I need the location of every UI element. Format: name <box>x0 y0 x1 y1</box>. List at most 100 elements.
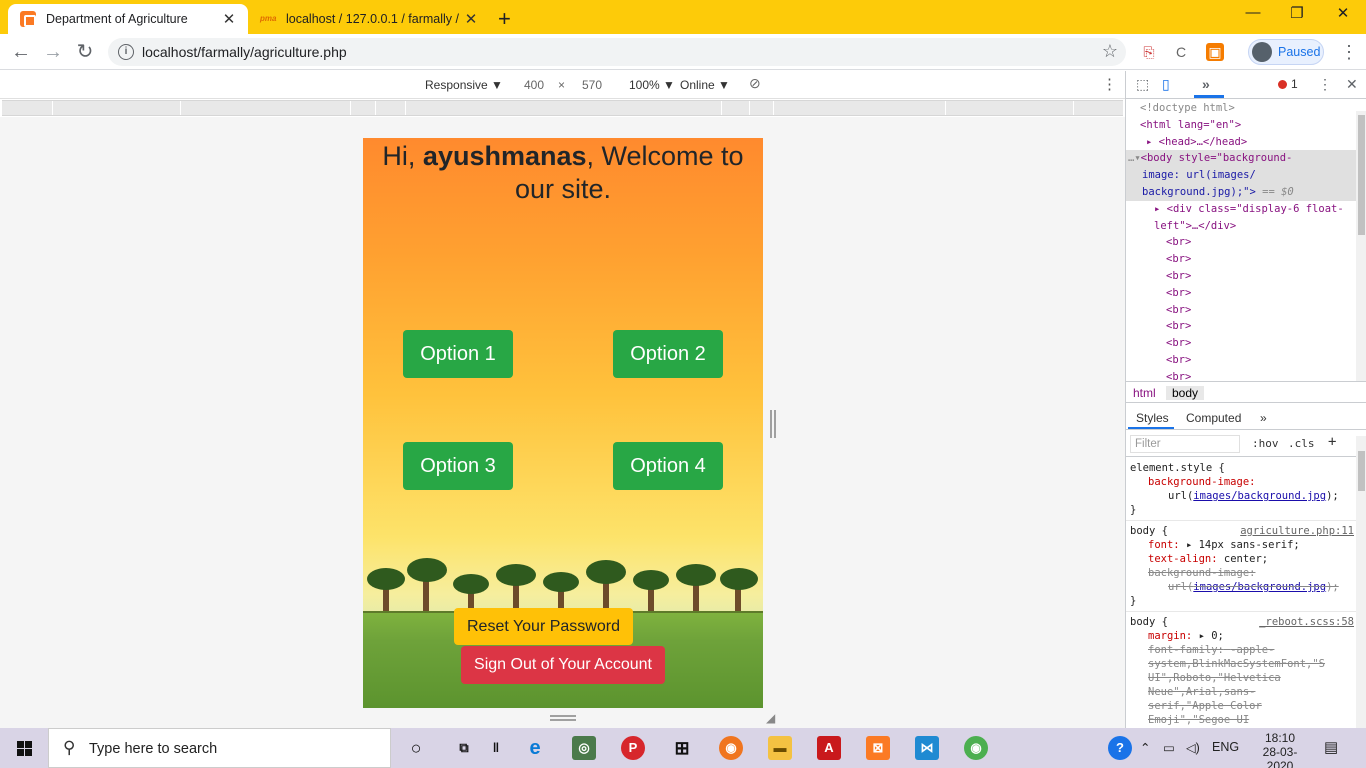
div-node[interactable]: ▸ <div class="display-6 float- <box>1126 201 1356 218</box>
option-1-button[interactable]: Option 1 <box>403 330 513 378</box>
br-node[interactable]: <br> <box>1126 318 1356 335</box>
styles-scrollbar[interactable] <box>1356 436 1366 728</box>
tab-phpmyadmin[interactable]: pma localhost / 127.0.0.1 / farmally / u… <box>250 4 490 34</box>
more-style-tabs-icon[interactable]: » <box>1260 411 1267 425</box>
edge-icon[interactable]: e <box>523 736 547 760</box>
device-toolbar-menu-icon[interactable]: ⋮ <box>1102 75 1117 93</box>
tab-styles[interactable]: Styles <box>1136 411 1169 425</box>
devtools-panel: ⬚ ▯ » 1 ⋮ ✕ <!doctype html> <html lang="… <box>1125 71 1366 728</box>
br-node[interactable]: <br> <box>1126 268 1356 285</box>
br-node[interactable]: <br> <box>1126 369 1356 381</box>
body-line-2: image: url(images/ <box>1142 169 1256 182</box>
notifications-icon[interactable]: ▤ <box>1324 738 1338 756</box>
code-extension-icon[interactable]: C <box>1172 43 1190 61</box>
firefox-icon[interactable]: ◉ <box>719 736 743 760</box>
styles-pane[interactable]: element.style { background-image: url(im… <box>1126 458 1356 728</box>
task-view-icon[interactable]: ⧉ <box>452 736 476 760</box>
source-link[interactable]: _reboot.scss:58 <box>1259 615 1354 629</box>
head-node[interactable]: ▸ <head>…</head> <box>1126 134 1356 151</box>
info-icon[interactable]: i <box>118 44 134 60</box>
minimize-button[interactable]: — <box>1230 4 1276 21</box>
br-node[interactable]: <br> <box>1126 302 1356 319</box>
breadcrumb-html[interactable]: html <box>1133 386 1156 400</box>
app-green-icon[interactable]: ◎ <box>572 736 596 760</box>
on-extension-icon[interactable]: ▣ <box>1206 43 1224 61</box>
media-query-ruler[interactable] <box>2 100 1123 116</box>
volume-icon[interactable]: ◁) <box>1186 740 1200 755</box>
body-node[interactable]: …▾<body style="background- image: url(im… <box>1126 150 1356 201</box>
more-tabs-icon[interactable]: » <box>1202 76 1210 92</box>
doctype-node[interactable]: <!doctype html> <box>1126 100 1356 117</box>
tab-computed[interactable]: Computed <box>1186 411 1241 425</box>
br-node[interactable]: <br> <box>1126 234 1356 251</box>
tab-department-of-agriculture[interactable]: Department of Agriculture ✕ <box>8 4 248 34</box>
tray-chevron-icon[interactable]: ⌃ <box>1140 740 1150 755</box>
profile-button[interactable]: Paused <box>1248 39 1324 65</box>
tab-title: localhost / 127.0.0.1 / farmally / u <box>286 12 462 26</box>
app-p-icon[interactable]: P <box>621 736 645 760</box>
language-indicator[interactable]: ENG <box>1212 740 1239 754</box>
avatar <box>1252 42 1272 62</box>
option-3-button[interactable]: Option 3 <box>403 442 513 490</box>
close-devtools-icon[interactable]: ✕ <box>1346 76 1358 93</box>
br-node[interactable]: <br> <box>1126 251 1356 268</box>
device-select[interactable]: Responsive ▼ <box>425 78 503 92</box>
option-4-button[interactable]: Option 4 <box>613 442 723 490</box>
vscode-icon[interactable]: ⋈ <box>915 736 939 760</box>
cortana-icon[interactable]: ○ <box>404 736 428 760</box>
height-input[interactable]: 570 <box>582 78 602 92</box>
address-bar[interactable]: i localhost/farmally/agriculture.php ☆ <box>108 38 1126 66</box>
body-rule-agriculture: agriculture.php:11 body { font: ▸ 14px s… <box>1126 521 1356 612</box>
restore-button[interactable]: ❐ <box>1274 4 1320 22</box>
menu-icon[interactable]: ⋮ <box>1340 42 1358 63</box>
width-input[interactable]: 400 <box>524 78 544 92</box>
breadcrumb-body[interactable]: body <box>1166 386 1205 400</box>
chrome-icon[interactable]: ◉ <box>964 736 988 760</box>
zoom-select[interactable]: 100% ▼ <box>629 78 675 92</box>
br-node[interactable]: <br> <box>1126 285 1356 302</box>
acrobat-icon[interactable]: A <box>817 736 841 760</box>
resize-handle-right[interactable] <box>770 410 776 438</box>
styles-filter-input[interactable]: Filter <box>1130 435 1240 453</box>
error-count-badge[interactable]: 1 <box>1278 77 1298 91</box>
br-node[interactable]: <br> <box>1126 352 1356 369</box>
network-select[interactable]: Online ▼ <box>680 78 730 92</box>
inspect-element-icon[interactable]: ⬚ <box>1136 76 1149 93</box>
sign-out-button[interactable]: Sign Out of Your Account <box>461 646 665 684</box>
xampp-taskbar-icon[interactable]: ⊠ <box>866 736 890 760</box>
bookmark-star-icon[interactable]: ☆ <box>1102 41 1118 62</box>
option-2-button[interactable]: Option 2 <box>613 330 723 378</box>
xampp-icon <box>20 11 36 27</box>
new-rule-button[interactable]: + <box>1328 434 1336 450</box>
pdf-extension-icon[interactable]: ⎘ <box>1140 43 1158 61</box>
html-node[interactable]: <html lang="en"> <box>1126 117 1356 134</box>
close-window-button[interactable]: ✕ <box>1320 4 1366 22</box>
resize-handle-bottom[interactable] <box>550 715 576 721</box>
hov-toggle[interactable]: :hov <box>1252 437 1279 450</box>
forward-button[interactable]: → <box>41 40 65 64</box>
close-tab-icon[interactable]: ✕ <box>220 10 238 28</box>
tab-title: Department of Agriculture <box>46 12 188 26</box>
help-icon[interactable]: ? <box>1108 736 1132 760</box>
taskbar-search[interactable]: ⚲ Type here to search <box>48 728 391 768</box>
devtools-menu-icon[interactable]: ⋮ <box>1318 76 1332 93</box>
elements-scrollbar[interactable] <box>1356 111 1366 381</box>
close-tab-icon[interactable]: ✕ <box>462 10 480 28</box>
address-url[interactable]: localhost/farmally/agriculture.php <box>142 44 347 60</box>
clock[interactable]: 18:10 28-03-2020 <box>1252 731 1308 768</box>
start-button[interactable] <box>0 728 48 768</box>
resize-corner-icon[interactable]: ◢ <box>766 711 775 725</box>
elements-tree[interactable]: <!doctype html> <html lang="en"> ▸ <head… <box>1126 100 1356 381</box>
device-toggle-icon[interactable]: ▯ <box>1162 76 1170 93</box>
cls-toggle[interactable]: .cls <box>1288 437 1315 450</box>
back-button[interactable]: ← <box>9 40 33 64</box>
source-link[interactable]: agriculture.php:11 <box>1240 524 1354 538</box>
reset-password-button[interactable]: Reset Your Password <box>454 608 633 645</box>
new-tab-button[interactable]: + <box>498 6 511 32</box>
network-icon[interactable]: ▭ <box>1163 740 1175 755</box>
rotate-icon[interactable]: ⊘ <box>749 75 761 92</box>
store-icon[interactable]: ⊞ <box>670 736 694 760</box>
file-explorer-icon[interactable]: ▬ <box>768 736 792 760</box>
br-node[interactable]: <br> <box>1126 335 1356 352</box>
reload-button[interactable]: ↻ <box>73 40 97 64</box>
